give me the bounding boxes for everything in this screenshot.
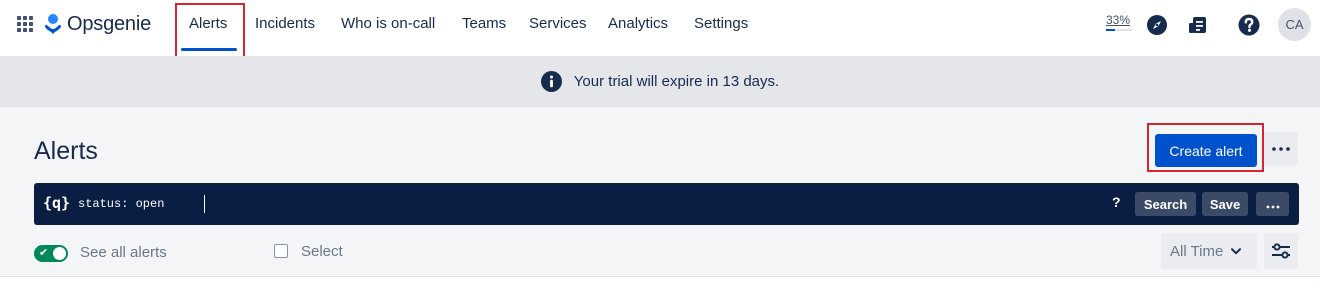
time-range-value: All Time [1170,242,1224,260]
trial-message: Your trial will expire in 13 days. [573,73,780,90]
nav-item-analytics[interactable]: Analytics [608,15,668,32]
compass-icon[interactable] [1146,14,1168,36]
more-icon [1272,147,1290,151]
active-tab-indicator [181,48,237,51]
see-all-alerts-toggle[interactable]: ✔ [34,245,68,262]
app-name: Opsgenie [67,12,152,35]
progress-fill [1106,29,1115,31]
create-alert-button[interactable]: Create alert [1155,134,1257,167]
app-switcher-icon[interactable] [16,15,34,33]
page-more-button[interactable] [1264,132,1298,166]
search-button[interactable]: Search [1135,192,1196,216]
help-icon[interactable] [1238,14,1260,36]
progress-track [1106,29,1132,31]
release-notes-icon[interactable] [1187,14,1209,36]
chevron-down-icon [1231,247,1242,254]
nav-item-who-is-on-call[interactable]: Who is on-call [341,15,435,32]
nav-item-teams[interactable]: Teams [462,15,506,32]
see-all-alerts-label: See all alerts [80,244,167,261]
select-all-checkbox[interactable] [274,244,288,258]
time-range-select[interactable]: All Time [1161,233,1257,269]
sliders-icon [1272,243,1290,259]
info-icon [540,71,562,92]
progress-label: 33% [1106,13,1131,27]
nav-item-incidents[interactable]: Incidents [255,15,315,32]
toggle-knob [53,247,66,260]
nav-item-settings[interactable]: Settings [694,15,748,32]
alert-query-bar: {q} ? Search Save [34,183,1299,225]
query-more-button[interactable] [1256,192,1289,216]
alert-list-area [0,277,1320,290]
trial-progress[interactable]: 33% [1106,13,1134,31]
filter-settings-button[interactable] [1264,233,1298,269]
query-input[interactable] [78,197,1078,211]
query-icon: {q} [43,194,71,212]
opsgenie-logo[interactable]: Opsgenie [44,11,151,37]
opsgenie-logo-icon [45,14,61,34]
select-label: Select [301,243,343,260]
alerts-page: Alerts Create alert {q} ? Search Save ✔ … [0,107,1320,290]
page-title: Alerts [34,137,98,165]
nav-item-services[interactable]: Services [529,15,587,32]
check-icon: ✔ [39,247,49,259]
text-caret [204,195,205,213]
highlight-box-alerts [175,3,245,62]
top-navigation: Opsgenie Alerts Incidents Who is on-call… [0,0,1320,62]
user-avatar[interactable]: CA [1278,8,1311,41]
query-help-button[interactable]: ? [1112,194,1121,210]
more-icon [1266,205,1279,208]
trial-banner: Your trial will expire in 13 days. [0,56,1320,107]
save-query-button[interactable]: Save [1202,192,1248,216]
nav-item-alerts[interactable]: Alerts [189,15,227,32]
